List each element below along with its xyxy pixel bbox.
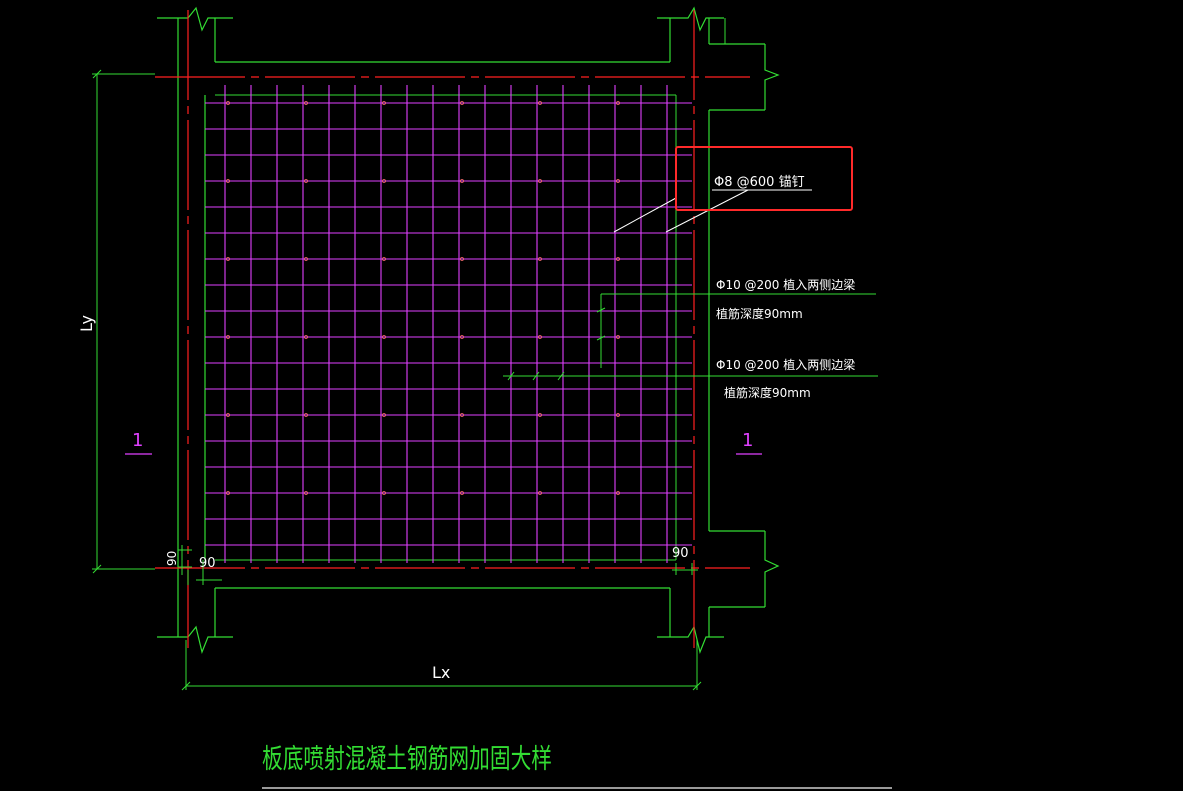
rebar-label-1-line1: Φ10 @200 植入两侧边梁 — [716, 277, 855, 292]
dimension-90-left-horizontal: 90 — [199, 556, 216, 571]
dimension-lines — [92, 69, 702, 691]
beam-break-bottom-right — [657, 625, 724, 654]
drawing-title: 板底喷射混凝土钢筋网加固大样 — [262, 744, 552, 775]
dimension-lx-label: Lx — [432, 663, 450, 682]
section-mark-right: 1 — [742, 430, 753, 451]
beam-break-bottom-left — [157, 625, 233, 654]
beam-break-top-right — [657, 6, 724, 32]
dimension-ly-label: Ly — [77, 315, 96, 332]
rebar-label-2-line2: 植筋深度90mm — [724, 385, 811, 400]
rebar-label-2-line1: Φ10 @200 植入两侧边梁 — [716, 357, 855, 372]
rebar-label-1-line2: 植筋深度90mm — [716, 306, 803, 321]
section-mark-left: 1 — [132, 430, 143, 451]
cad-drawing-canvas: Φ8 @600 锚钉 Φ10 @200 植入两侧边梁 植筋深度90mm Φ10 … — [77, 6, 892, 789]
dimension-90-left-vertical: 90 — [165, 551, 179, 566]
dimension-90-right: 90 — [672, 546, 689, 561]
rebar-mesh — [205, 85, 692, 563]
beam-break-right-bottom — [764, 531, 780, 607]
dowel-label: Φ8 @600 锚钉 — [714, 175, 805, 190]
axis-lines — [155, 10, 750, 648]
beam-break-top-left — [157, 6, 233, 32]
beam-break-right-top — [764, 44, 780, 110]
